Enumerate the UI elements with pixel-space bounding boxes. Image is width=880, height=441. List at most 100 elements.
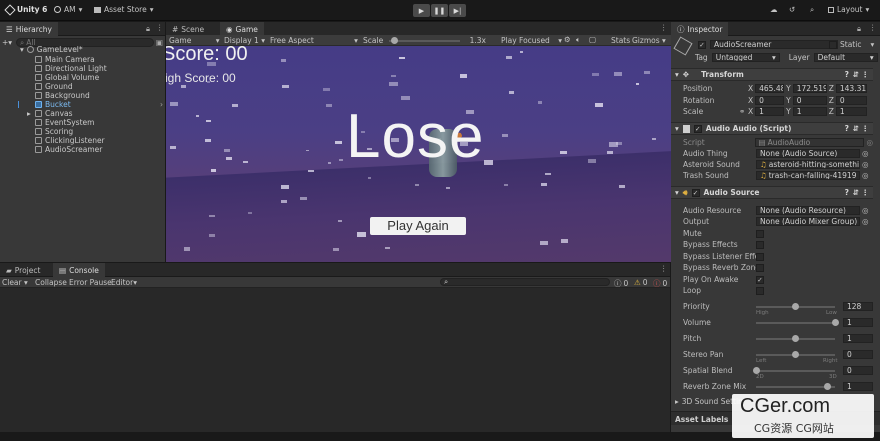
reverb-zone-slider-knob[interactable]	[823, 382, 831, 390]
stereo-pan-slider-knob[interactable]	[792, 350, 799, 358]
add-button[interactable]: +▾	[2, 38, 16, 47]
account-button[interactable]: AM ▾	[54, 5, 82, 14]
more-icon[interactable]: ⋮	[156, 23, 164, 32]
object-picker-icon[interactable]: ◎	[862, 149, 869, 158]
pitch-slider[interactable]	[756, 334, 835, 342]
more-icon[interactable]: ⋮	[862, 124, 870, 133]
volume-slider[interactable]	[756, 318, 839, 326]
link-icon[interactable]: ⚭	[739, 107, 748, 116]
tab-game[interactable]: ◉ Game	[220, 22, 264, 36]
history-button[interactable]: ↺	[789, 5, 795, 14]
play-on-awake-checkbox[interactable]: ✓	[756, 275, 764, 284]
bypass-effects-checkbox[interactable]	[756, 240, 764, 249]
asset-store-button[interactable]: Asset Store ▾	[94, 5, 153, 14]
warning-count-toggle[interactable]: ⚠ 0	[634, 278, 648, 287]
script-enabled-checkbox[interactable]: ✓	[693, 124, 702, 133]
more-icon[interactable]: ⋮	[660, 23, 668, 32]
lock-icon[interactable]: 🔒︎	[146, 24, 150, 34]
hierarchy-item-ground[interactable]: Ground	[35, 82, 73, 91]
reverb-zone-slider[interactable]	[756, 382, 835, 390]
tab-inspector[interactable]: ⓘ Inspector	[671, 22, 729, 36]
more-icon[interactable]: ⋮	[869, 23, 877, 32]
static-checkbox[interactable]	[829, 40, 837, 49]
presets-icon[interactable]: ⇵	[853, 70, 859, 79]
scale-control[interactable]: Scale 1.3x	[363, 36, 486, 45]
scale-slider-knob[interactable]	[391, 36, 399, 44]
presets-icon[interactable]: ⇵	[853, 124, 859, 133]
help-icon[interactable]: ?	[845, 188, 849, 197]
filter-icon[interactable]: ▣	[156, 38, 163, 47]
position-y-field[interactable]: 172.519	[792, 84, 827, 93]
info-count-toggle[interactable]: ⓘ 0	[614, 278, 628, 289]
position-x-field[interactable]: 465.48	[755, 84, 785, 93]
game-mode-dropdown[interactable]: Game ▾	[169, 36, 219, 45]
unity-menu[interactable]: Unity 6	[4, 3, 47, 16]
rotation-x-field[interactable]: 0	[755, 96, 785, 105]
hierarchy-item-directional-light[interactable]: Directional Light	[35, 64, 107, 73]
hierarchy-item-eventsystem[interactable]: EventSystem	[35, 118, 94, 127]
rotation-z-field[interactable]: 0	[835, 96, 867, 105]
console-search-input[interactable]: ⌕	[440, 278, 610, 286]
pitch-field[interactable]: 1	[843, 334, 873, 343]
clear-dropdown[interactable]: Clear ▾	[2, 278, 28, 287]
object-picker-icon[interactable]: ◎	[862, 171, 869, 180]
priority-slider-knob[interactable]	[792, 302, 799, 310]
rotation-y-field[interactable]: 0	[792, 96, 827, 105]
hierarchy-item-audioscreamer[interactable]: AudioScreamer	[35, 145, 102, 154]
audio-resource-field[interactable]: None (Audio Resource)	[756, 206, 860, 215]
step-button[interactable]: ▶|	[449, 4, 466, 17]
play-again-button[interactable]: Play Again	[370, 217, 466, 235]
settings-gear-icon[interactable]: ⚙	[564, 35, 571, 44]
trash-sound-field[interactable]: ♫ trash-can-falling-41919	[756, 171, 860, 180]
priority-slider[interactable]	[756, 302, 835, 310]
audio-source-header[interactable]: ▾ 🔊︎ ✓ Audio Source ? ⇵ ⋮	[671, 186, 873, 199]
gizmos-dropdown[interactable]: Gizmos ▾	[632, 36, 666, 45]
more-icon[interactable]: ⋮	[660, 264, 668, 273]
aspect-dropdown[interactable]: Free Aspect ▾	[270, 36, 358, 45]
stereo-pan-slider[interactable]	[756, 350, 835, 358]
mute-checkbox[interactable]	[756, 229, 764, 238]
hierarchy-item-clickinglistener[interactable]: ClickingListener	[35, 136, 105, 145]
object-picker-icon[interactable]: ◎	[862, 217, 869, 226]
layer-dropdown[interactable]: Default ▾	[813, 53, 878, 62]
collapse-toggle[interactable]: Collapse	[35, 278, 67, 287]
hierarchy-item-background[interactable]: Background	[35, 91, 90, 100]
active-checkbox[interactable]: ✓	[698, 40, 706, 49]
resolution-icon[interactable]: ▢	[589, 35, 596, 44]
scale-x-field[interactable]: 1	[755, 107, 785, 116]
bypass-listener-checkbox[interactable]	[756, 252, 764, 261]
spatial-blend-slider-knob[interactable]	[752, 366, 760, 374]
more-icon[interactable]: ⋮	[862, 188, 870, 197]
bypass-reverb-checkbox[interactable]	[756, 263, 764, 272]
volume-slider-knob[interactable]	[831, 318, 839, 326]
tag-dropdown[interactable]: Untagged ▾	[711, 53, 780, 62]
object-picker-icon[interactable]: ◎	[862, 206, 869, 215]
loop-checkbox[interactable]	[756, 286, 764, 295]
stats-button[interactable]: Stats	[611, 36, 630, 45]
layout-dropdown[interactable]: Layout ▾	[828, 5, 869, 14]
tab-console[interactable]: ▤ Console	[53, 263, 105, 277]
object-picker-icon[interactable]: ◎	[866, 138, 873, 147]
scale-slider[interactable]	[389, 36, 460, 44]
object-name-field[interactable]: AudioScreamer	[710, 40, 838, 49]
tab-project[interactable]: ▰ Project	[0, 263, 46, 277]
asteroid-sound-field[interactable]: ♫asteroid-hitting-something-1	[756, 160, 860, 169]
audio-thing-field[interactable]: None (Audio Source)	[756, 149, 860, 158]
tab-scene[interactable]: # Scene	[166, 22, 210, 36]
scene-root[interactable]: ▾ GameLevel*	[20, 45, 83, 54]
scale-y-field[interactable]: 1	[792, 107, 827, 116]
play-button[interactable]: ▶	[413, 4, 430, 17]
hierarchy-item-bucket[interactable]: Bucket ›	[18, 100, 165, 109]
search-button[interactable]: ⌕	[810, 5, 814, 15]
more-icon[interactable]: ⋮	[862, 70, 870, 79]
output-field[interactable]: None (Audio Mixer Group)	[756, 217, 860, 226]
spatial-blend-field[interactable]: 0	[843, 366, 873, 375]
lock-icon[interactable]: 🔒︎	[857, 24, 861, 34]
hierarchy-item-scoring[interactable]: Scoring	[35, 127, 73, 136]
hierarchy-item-global-volume[interactable]: Global Volume	[35, 73, 99, 82]
position-z-field[interactable]: 143.316	[835, 84, 867, 93]
volume-field[interactable]: 1	[843, 318, 873, 327]
play-focused-dropdown[interactable]: Play Focused ▾	[501, 36, 562, 45]
pause-button[interactable]: ❚❚	[431, 4, 448, 17]
display-dropdown[interactable]: Display 1 ▾	[224, 36, 265, 45]
